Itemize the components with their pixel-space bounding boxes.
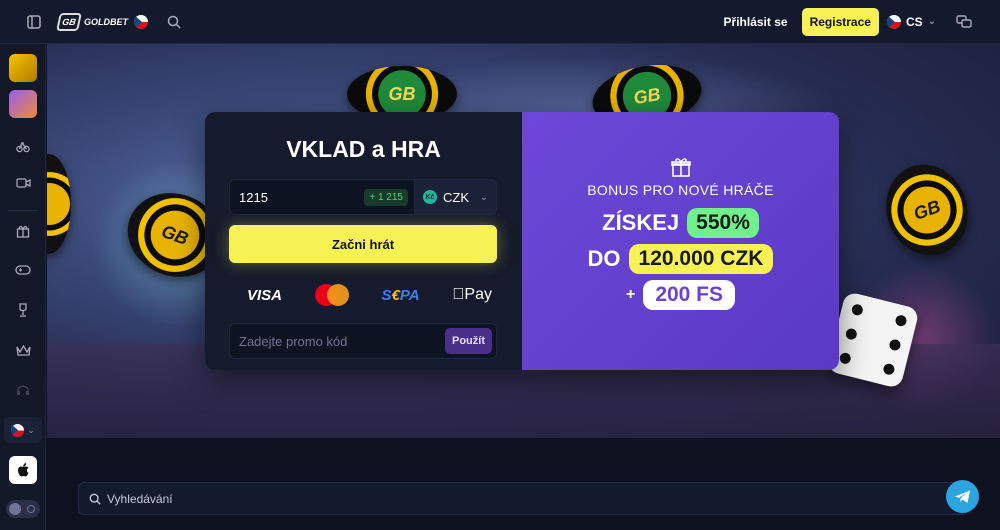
register-button[interactable]: Registrace: [801, 7, 879, 36]
currency-select[interactable]: Kč CZK ⌄: [415, 179, 497, 215]
sidebar-divider: [8, 210, 38, 211]
telegram-icon[interactable]: [946, 480, 979, 513]
bicycle-icon[interactable]: [9, 132, 37, 160]
crown-icon[interactable]: [9, 336, 37, 364]
bonus-line-2: DO 120.000 CZK: [588, 244, 774, 274]
logo-mark: GB: [56, 12, 82, 31]
promo-code-field[interactable]: Zadejte promo kód Použít: [229, 323, 497, 359]
top-bar: GB GOLDBET Přihlásit se Registrace CS ⌄: [0, 0, 1000, 80]
login-button[interactable]: Přihlásit se: [716, 9, 796, 35]
sidebar-toggle-icon[interactable]: [20, 8, 48, 36]
bonus-plus-sign: +: [625, 286, 636, 303]
deposit-panel: VKLAD a HRA 1215 + 1 215 Kč CZK ⌄ Začni …: [205, 112, 522, 370]
bonus-line-1: ZÍSKEJ 550%: [602, 208, 759, 238]
bonus-amount-badge: + 1 215: [364, 188, 408, 206]
gift-icon: [670, 156, 692, 183]
apple-icon[interactable]: [9, 456, 37, 484]
gamepad-icon[interactable]: [9, 256, 37, 284]
search-icon[interactable]: [160, 8, 188, 36]
apple-pay-logo: Pay: [452, 286, 492, 303]
casino-chip-image: GB: [873, 153, 981, 267]
chevron-down-icon: ⌄: [27, 424, 35, 435]
flag-cz-icon: [886, 14, 901, 29]
logo[interactable]: GB GOLDBET: [56, 12, 148, 31]
visa-logo: VISA: [247, 286, 283, 304]
free-spins-pill: 200 FS: [643, 280, 736, 310]
flag-cz-icon: [11, 423, 25, 437]
bonus-line-3: + 200 FS: [625, 280, 736, 310]
start-playing-button[interactable]: Začni hrát: [229, 225, 497, 263]
theme-toggle[interactable]: [6, 500, 40, 518]
promo-tile-gold[interactable]: [9, 54, 37, 82]
currency-value: CZK: [443, 189, 469, 205]
amount-value: 1215: [239, 189, 268, 205]
bonus-line1-word: ZÍSKEJ: [602, 210, 680, 235]
flag-cz-icon: [134, 14, 148, 29]
mastercard-logo: [314, 284, 349, 306]
chevron-down-icon: ⌄: [479, 191, 488, 203]
search-icon: [89, 493, 101, 505]
chevron-down-icon: ⌄: [927, 16, 936, 27]
apply-promo-button[interactable]: Použít: [445, 328, 492, 354]
bonus-heading: BONUS PRO NOVÉ HRÁČE: [587, 182, 774, 198]
language-selector[interactable]: CS ⌄: [886, 14, 936, 29]
currency-coin-icon: Kč: [423, 190, 437, 204]
promo-tile-purple[interactable]: [9, 90, 37, 118]
brand-name: GOLDBET: [84, 16, 128, 27]
bonus-percent-pill: 550%: [687, 208, 759, 238]
sepa-logo: S€PA: [381, 286, 420, 304]
sun-icon: [27, 505, 35, 513]
gift-icon[interactable]: [9, 217, 37, 245]
sidebar-language-selector[interactable]: ⌄: [4, 417, 42, 443]
deposit-title: VKLAD a HRA: [286, 136, 441, 162]
promo-code-placeholder: Zadejte promo kód: [239, 333, 348, 349]
amount-row: 1215 + 1 215 Kč CZK ⌄: [229, 179, 498, 215]
payment-methods: VISA S€PA Pay: [247, 283, 492, 307]
trophy-icon[interactable]: [9, 296, 37, 324]
bonus-panel: BONUS PRO NOVÉ HRÁČE ZÍSKEJ 550% DO 120.…: [522, 112, 839, 370]
deposit-modal: VKLAD a HRA 1215 + 1 215 Kč CZK ⌄ Začni …: [205, 112, 839, 370]
bonus-line2-word: DO: [587, 246, 621, 271]
search-placeholder: Vyhledávání: [107, 491, 173, 506]
casino-chip-image: [47, 154, 71, 254]
moon-icon: [9, 503, 21, 515]
video-icon[interactable]: [9, 169, 37, 197]
sidebar: ⌄: [0, 44, 46, 530]
amount-input[interactable]: 1215 + 1 215: [229, 179, 415, 215]
chat-icon[interactable]: [950, 8, 978, 36]
bonus-max-amount-pill: 120.000 CZK: [628, 244, 774, 274]
search-input[interactable]: Vyhledávání: [78, 482, 968, 515]
headset-icon[interactable]: [9, 376, 37, 404]
language-code: CS: [905, 14, 923, 29]
